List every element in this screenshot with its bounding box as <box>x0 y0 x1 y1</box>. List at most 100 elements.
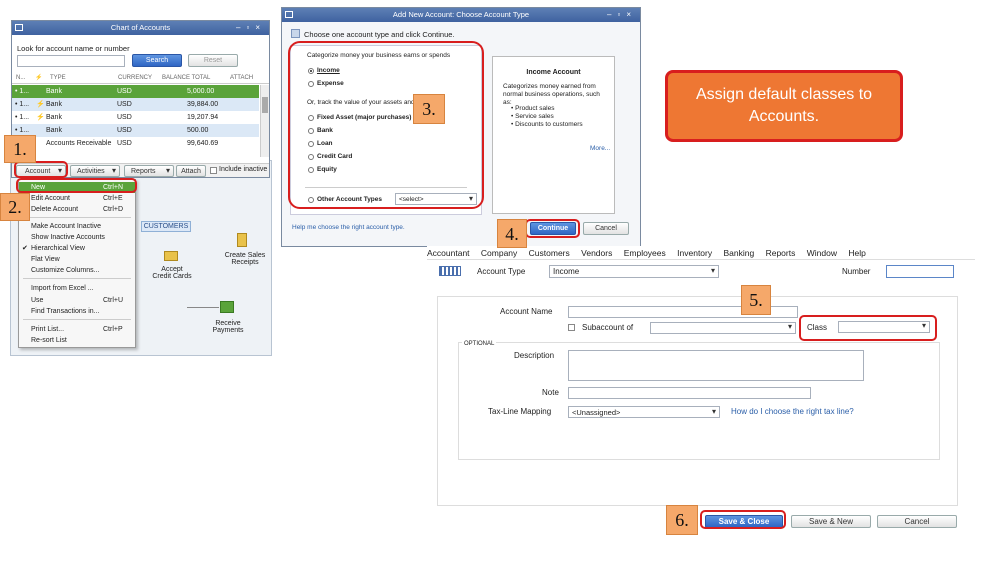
receive-payments-label[interactable]: Receive Payments <box>203 320 253 334</box>
window-title: Chart of Accounts <box>110 23 171 32</box>
tax-line-label: Tax-Line Mapping <box>488 407 552 416</box>
col-attach[interactable]: ATTACH <box>230 75 253 81</box>
dialog-cancel-button[interactable]: Cancel <box>583 222 629 235</box>
chart-of-accounts-titlebar[interactable]: Chart of Accounts –▫× <box>12 21 269 35</box>
menu-item-flat-view[interactable]: Flat View <box>19 254 135 265</box>
col-balance-total[interactable]: BALANCE TOTAL <box>162 75 210 81</box>
menu-item-resort-list[interactable]: Re-sort List <box>19 335 135 346</box>
window-controls[interactable]: –▫× <box>236 21 266 35</box>
account-dropdown-menu: New Ctrl+N Edit Account Ctrl+E Delete Acco… <box>18 179 136 348</box>
menu-banking[interactable]: Banking <box>724 248 755 258</box>
account-info-panel: Income Account Categorizes money earned … <box>492 56 615 214</box>
row-balance: 500.00 <box>187 127 209 134</box>
annotation-account-type-panel <box>288 41 484 209</box>
search-button[interactable]: Search <box>132 54 182 67</box>
menu-item-show-inactive[interactable]: Show Inactive Accounts <box>19 232 135 243</box>
attach-button[interactable]: Attach <box>176 165 206 177</box>
tax-line-select[interactable]: <Unassigned> <box>568 406 720 418</box>
menu-item-delete-account[interactable]: Delete Account Ctrl+D <box>19 204 135 215</box>
window-icon <box>285 11 293 18</box>
menu-reports[interactable]: Reports <box>766 248 796 258</box>
window-controls[interactable]: –▫× <box>607 8 637 22</box>
tax-help-link[interactable]: How do I choose the right tax line? <box>731 407 854 416</box>
table-scrollbar[interactable] <box>260 85 269 157</box>
row-number: • 1... <box>15 114 30 121</box>
include-inactive-label: Include inactive <box>219 166 268 173</box>
scrollbar-thumb[interactable] <box>262 97 268 113</box>
lightning-icon: ⚡ <box>36 101 45 108</box>
row-currency: USD <box>117 114 132 121</box>
step-1-tag: 1. <box>4 135 36 163</box>
table-row[interactable]: Accounts Receivable USD 99,640.69 <box>12 137 259 150</box>
menu-item-edit-account[interactable]: Edit Account Ctrl+E <box>19 193 135 204</box>
row-number: • 1... <box>15 88 30 95</box>
menu-item-hierarchical-view[interactable]: ✔ Hierarchical View <box>19 243 135 254</box>
menu-accountant[interactable]: Accountant <box>427 248 470 258</box>
more-link[interactable]: More... <box>590 145 610 152</box>
menu-item-find-transactions[interactable]: Find Transactions in... <box>19 306 135 317</box>
save-new-button[interactable]: Save & New <box>791 515 871 528</box>
reset-button[interactable]: Reset <box>188 54 238 67</box>
note-label: Note <box>542 388 559 397</box>
form-cancel-button[interactable]: Cancel <box>877 515 957 528</box>
menu-inventory[interactable]: Inventory <box>677 248 712 258</box>
menu-item-shortcut: Ctrl+D <box>103 206 124 213</box>
assign-classes-callout: Assign default classes to Accounts. <box>665 70 903 142</box>
col-currency[interactable]: CURRENCY <box>118 75 152 81</box>
menu-item-label: Import from Excel ... <box>31 285 94 292</box>
credit-card-icon[interactable] <box>164 251 178 261</box>
menu-item-label: Customize Columns... <box>31 267 100 274</box>
table-row[interactable]: • 1... Bank USD 5,000.00 <box>12 85 259 98</box>
help-choose-link[interactable]: Help me choose the right account type. <box>292 224 405 231</box>
row-currency: USD <box>117 88 132 95</box>
look-for-input[interactable] <box>17 55 125 67</box>
number-input[interactable] <box>886 265 954 278</box>
description-input[interactable] <box>568 350 864 381</box>
subaccount-select[interactable] <box>650 322 796 334</box>
menu-item-label: Hierarchical View <box>31 245 85 252</box>
dialog-titlebar[interactable]: Add New Account: Choose Account Type –▫× <box>282 8 640 22</box>
account-type-select[interactable]: Income <box>549 265 719 278</box>
reports-menu-button[interactable]: Reports <box>124 165 174 177</box>
menu-item-print-list[interactable]: Print List... Ctrl+P <box>19 324 135 335</box>
menu-item-use[interactable]: Use Ctrl+U <box>19 295 135 306</box>
menu-help[interactable]: Help <box>848 248 865 258</box>
row-currency: USD <box>117 140 132 147</box>
table-row[interactable]: • 1... Bank USD 500.00 <box>12 124 259 137</box>
info-bullet: • Product sales <box>511 105 555 112</box>
menu-item-label: Find Transactions in... <box>31 308 100 315</box>
activities-button-label: Activities <box>77 168 105 175</box>
col-number[interactable]: N... <box>16 75 25 81</box>
sales-receipt-icon[interactable] <box>237 233 247 247</box>
number-label: Number <box>842 267 871 276</box>
accounts-table-header: N... ⚡ TYPE CURRENCY BALANCE TOTAL ATTAC… <box>12 74 269 84</box>
menu-item-make-inactive[interactable]: Make Account Inactive <box>19 221 135 232</box>
receive-payments-icon[interactable] <box>220 301 234 313</box>
row-balance: 5,000.00 <box>187 88 215 95</box>
menu-item-customize-columns[interactable]: Customize Columns... <box>19 265 135 276</box>
table-row[interactable]: • 1... ⚡ Bank USD 39,884.00 <box>12 98 259 111</box>
col-type[interactable]: TYPE <box>50 75 66 81</box>
menu-company[interactable]: Company <box>481 248 517 258</box>
info-text: Categorizes money earned from normal bus… <box>503 83 600 106</box>
create-sales-receipts-label[interactable]: Create Sales Receipts <box>217 252 273 266</box>
menu-item-import-excel[interactable]: Import from Excel ... <box>19 283 135 294</box>
checkmark-icon: ✔ <box>22 245 28 252</box>
optional-label: OPTIONAL <box>462 341 497 347</box>
note-input[interactable] <box>568 387 811 399</box>
table-row[interactable]: • 1... ⚡ Bank USD 19,207.94 <box>12 111 259 124</box>
row-currency: USD <box>117 127 132 134</box>
menu-window[interactable]: Window <box>807 248 837 258</box>
accept-credit-cards-label[interactable]: Accept Credit Cards <box>149 266 195 280</box>
menu-vendors[interactable]: Vendors <box>581 248 612 258</box>
menu-customers[interactable]: Customers <box>529 248 570 258</box>
annotation-save-close <box>700 510 786 529</box>
row-type: Bank <box>46 101 62 108</box>
include-inactive-checkbox[interactable] <box>210 167 217 174</box>
dialog-help-icon <box>291 29 300 38</box>
subaccount-checkbox[interactable] <box>568 324 575 331</box>
menu-employees[interactable]: Employees <box>624 248 666 258</box>
activities-menu-button[interactable]: Activities <box>70 165 120 177</box>
lightning-icon: ⚡ <box>36 114 45 121</box>
customers-tab[interactable]: CUSTOMERS <box>141 221 191 232</box>
